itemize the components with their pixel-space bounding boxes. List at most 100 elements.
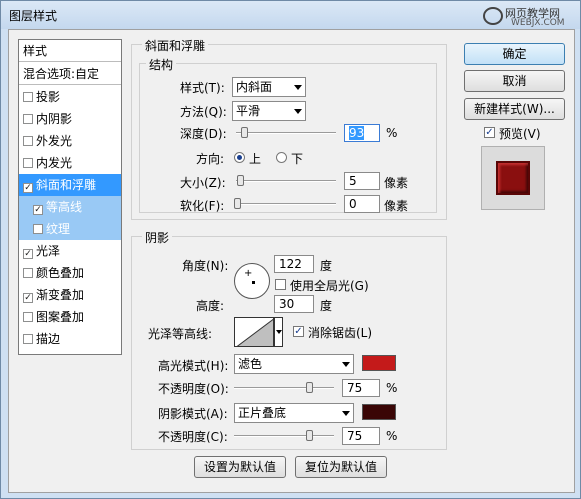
style-item[interactable]: 内阴影 [19,108,121,130]
shadow-opacity-label: 不透明度(C): [158,430,228,444]
styles-header[interactable]: 样式 [19,40,121,62]
highlight-color-swatch[interactable] [362,355,396,371]
depth-slider-thumb[interactable] [241,127,248,138]
depth-label: 深度(D): [180,127,227,141]
style-item[interactable]: 外发光 [19,130,121,152]
shadow-mode-select[interactable]: 正片叠底 [234,403,354,423]
chevron-down-icon [342,362,350,367]
style-item-checkbox[interactable]: ✓ [23,183,33,193]
ok-button[interactable]: 确定 [464,43,565,65]
shadow-opacity-slider[interactable] [234,430,334,441]
gloss-contour-picker[interactable] [234,317,274,347]
new-style-button[interactable]: 新建样式(W)... [464,98,565,120]
style-item[interactable]: ✓ 渐变叠加 [19,284,121,306]
angle-label: 角度(N): [182,259,229,273]
highlight-opacity-unit: % [386,381,398,395]
soften-input[interactable]: 0 [344,195,380,213]
global-light-checkbox[interactable] [275,279,286,290]
watermark-logo: 网页教学网 WEBJX.COM [479,5,577,29]
technique-value: 平滑 [236,104,261,118]
direction-up-radio[interactable] [234,152,245,163]
structure-group: 结构 样式(T): 内斜面 方法(Q): 平滑 深度(D): 93 % 方向: [139,56,437,213]
highlight-opacity-thumb[interactable] [306,382,313,393]
antialias-checkbox[interactable]: ✓ [293,326,304,337]
style-item-checkbox[interactable] [23,92,33,102]
style-item-checkbox[interactable] [23,312,33,322]
depth-input[interactable]: 93 [344,124,380,142]
global-light-label: 使用全局光(G) [290,279,369,293]
style-item-label: 内阴影 [36,112,73,126]
style-item-checkbox[interactable] [23,268,33,278]
size-slider[interactable] [236,175,336,186]
depth-slider[interactable] [236,127,336,138]
style-item-label: 内发光 [36,156,73,170]
style-item-checkbox[interactable]: ✓ [23,293,33,303]
angle-dial[interactable]: + [234,263,270,299]
cancel-button[interactable]: 取消 [464,70,565,92]
preview-label: 预览(V) [499,127,541,141]
chevron-down-icon [342,411,350,416]
size-slider-thumb[interactable] [237,175,244,186]
style-item-label: 斜面和浮雕 [36,178,97,192]
technique-select[interactable]: 平滑 [232,101,306,121]
shadow-opacity-input[interactable]: 75 [342,427,380,445]
size-input[interactable]: 5 [344,172,380,190]
shading-title: 阴影 [142,229,173,246]
style-item-checkbox[interactable] [23,334,33,344]
style-item-checkbox[interactable]: ✓ [33,205,43,215]
style-item[interactable]: 图案叠加 [19,306,121,328]
style-item-checkbox[interactable]: ✓ [23,249,33,259]
altitude-label: 高度: [196,299,225,313]
style-item[interactable]: ✓ 光泽 [19,240,121,262]
soften-slider-thumb[interactable] [234,198,241,209]
style-item[interactable]: 投影 [19,86,121,108]
highlight-opacity-input[interactable]: 75 [342,379,380,397]
highlight-mode-value: 滤色 [238,357,263,371]
highlight-opacity-slider[interactable] [234,382,334,393]
size-label: 大小(Z): [180,176,226,190]
shadow-opacity-thumb[interactable] [306,430,313,441]
angle-value: 122 [279,257,302,271]
title-bar[interactable]: 图层样式 网页教学网 WEBJX.COM [1,1,580,29]
style-item-checkbox[interactable] [33,224,43,234]
style-item[interactable]: 颜色叠加 [19,262,121,284]
shadow-opacity-unit: % [386,429,398,443]
chevron-down-icon [294,109,302,114]
highlight-mode-select[interactable]: 滤色 [234,354,354,374]
size-value: 5 [349,174,357,188]
angle-input[interactable]: 122 [274,255,314,273]
style-item-checkbox[interactable] [23,136,33,146]
antialias-label: 消除锯齿(L) [308,326,373,340]
style-item-label: 投影 [36,90,61,104]
direction-down-radio[interactable] [276,152,287,163]
style-item[interactable]: ✓ 斜面和浮雕 [19,174,121,196]
depth-value: 93 [349,126,365,140]
shadow-color-swatch[interactable] [362,404,396,420]
style-item-checkbox[interactable] [23,158,33,168]
reset-default-button[interactable]: 复位为默认值 [295,456,387,478]
blend-options-item[interactable]: 混合选项:自定 [19,63,121,85]
shadow-opacity-value: 75 [347,429,363,443]
watermark-line2: WEBJX.COM [511,18,565,28]
style-item[interactable]: ✓ 等高线 [19,196,121,218]
soften-slider[interactable] [234,198,336,209]
direction-up-label: 上 [249,152,262,166]
style-item-label: 描边 [36,332,61,346]
chevron-down-icon [294,85,302,90]
make-default-button[interactable]: 设置为默认值 [194,456,286,478]
style-item-checkbox[interactable] [23,114,33,124]
bevel-emboss-group: 斜面和浮雕 结构 样式(T): 内斜面 方法(Q): 平滑 深度(D): 93 [131,37,447,220]
style-item[interactable]: 描边 [19,328,121,350]
style-item-label: 渐变叠加 [36,288,85,302]
bevel-group-title: 斜面和浮雕 [142,37,209,54]
preview-checkbox[interactable]: ✓ [484,127,495,138]
style-item[interactable]: 纹理 [19,218,121,240]
altitude-input[interactable]: 30 [274,295,314,313]
altitude-value: 30 [279,297,295,311]
bevel-style-select[interactable]: 内斜面 [232,77,306,97]
contour-curve-icon [236,318,273,346]
dial-center-icon [252,281,255,284]
style-item[interactable]: 内发光 [19,152,121,174]
style-item-label: 颜色叠加 [36,266,85,280]
gloss-contour-dropdown[interactable] [274,317,283,347]
